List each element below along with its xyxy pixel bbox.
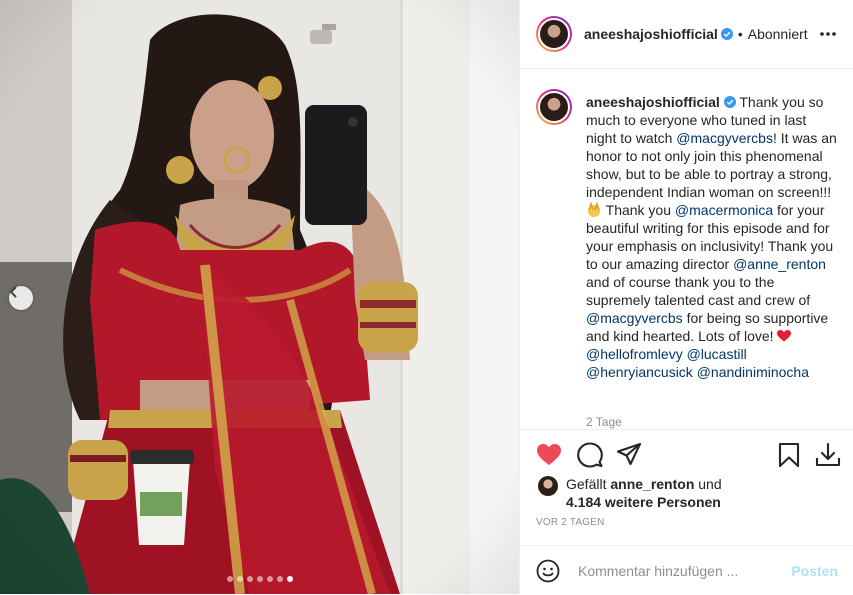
likes-count[interactable]: 4.184 weitere Personen xyxy=(566,494,721,510)
more-options-icon[interactable] xyxy=(818,24,838,44)
mention-link[interactable]: @anne_renton xyxy=(733,256,826,272)
raised-hands-emoji-icon xyxy=(588,202,600,217)
instagram-post: aneeshajoshiofficial • Abonniert aneesha… xyxy=(0,0,853,594)
carousel-dot xyxy=(276,576,283,582)
bookmark-icon[interactable] xyxy=(776,442,802,468)
heart-filled-icon[interactable] xyxy=(536,442,562,468)
mention-link[interactable]: @macgyvercbs xyxy=(586,310,683,326)
verified-badge-icon xyxy=(723,96,736,108)
likes-prefix: Gefällt xyxy=(566,476,611,492)
likes-summary: Gefällt anne_renton und 4.184 weitere Per… xyxy=(538,475,722,511)
caption-segment: Thank you xyxy=(602,202,675,218)
paper-plane-icon[interactable] xyxy=(616,442,642,468)
carousel-indicator xyxy=(0,576,519,582)
liker-avatar[interactable] xyxy=(538,476,558,496)
carousel-dot xyxy=(236,576,243,582)
mention-link[interactable]: @hellofromlevy xyxy=(586,346,683,362)
mention-link[interactable]: @henryiancusick xyxy=(586,364,693,380)
mention-link[interactable]: @macgyvercbs xyxy=(676,130,773,146)
caption-avatar[interactable] xyxy=(536,89,572,125)
follow-status-button[interactable]: Abonniert xyxy=(748,26,808,42)
comment-box: Posten xyxy=(520,545,853,595)
author-username[interactable]: aneeshajoshiofficial xyxy=(584,26,718,42)
post-photo[interactable] xyxy=(0,0,519,594)
post-comment-button[interactable]: Posten xyxy=(791,563,838,579)
comment-bubble-icon[interactable] xyxy=(577,442,603,468)
post-header: aneeshajoshiofficial • Abonniert xyxy=(520,0,853,69)
caption-username[interactable]: aneeshajoshiofficial xyxy=(586,94,720,110)
post-caption: aneeshajoshiofficial Thank you so much t… xyxy=(520,69,853,429)
avatar[interactable] xyxy=(536,16,572,52)
liker-username[interactable]: anne_renton xyxy=(610,476,694,492)
caption-timestamp[interactable]: 2 Tage xyxy=(586,415,622,429)
carousel-dot xyxy=(246,576,253,582)
likes-and: und xyxy=(694,476,722,492)
photo-illustration xyxy=(0,0,519,594)
download-icon[interactable] xyxy=(815,442,841,468)
mention-link[interactable]: @nandiniminocha xyxy=(697,364,809,380)
post-sidebar: aneeshajoshiofficial • Abonniert aneesha… xyxy=(519,0,853,594)
red-heart-emoji-icon xyxy=(777,330,792,342)
mention-link[interactable]: @macermonica xyxy=(675,202,773,218)
carousel-dot xyxy=(226,576,233,582)
verified-badge-icon xyxy=(720,28,733,40)
caption-text: aneeshajoshiofficial Thank you so much t… xyxy=(586,93,838,381)
carousel-dot xyxy=(286,576,293,582)
smiley-icon[interactable] xyxy=(536,559,560,583)
caption-segment: and of course thank you to the supremely… xyxy=(586,274,811,308)
separator-dot: • xyxy=(737,26,743,42)
comment-input[interactable] xyxy=(576,558,780,584)
action-bar xyxy=(520,429,853,480)
carousel-prev-button[interactable] xyxy=(9,286,33,310)
carousel-dot xyxy=(256,576,263,582)
carousel-dot xyxy=(266,576,273,582)
mention-link[interactable]: @lucastill xyxy=(687,346,747,362)
chevron-left-icon xyxy=(9,286,17,298)
likes-text: Gefällt anne_renton und 4.184 weitere Per… xyxy=(566,475,722,511)
post-age[interactable]: VOR 2 TAGEN xyxy=(536,517,605,528)
